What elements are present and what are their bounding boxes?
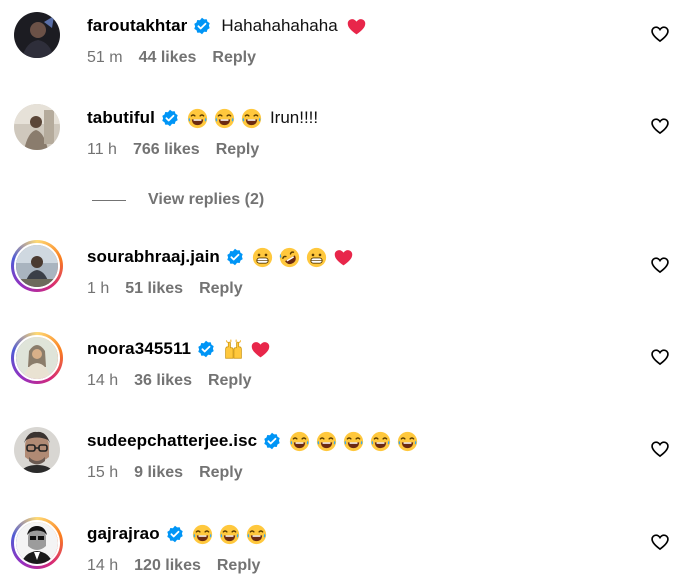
grin-emoji <box>306 247 327 268</box>
comment-header: sourabhraaj.jain <box>87 244 360 270</box>
comment-meta: 14 h 36 likes Reply <box>87 372 252 390</box>
comment-meta: 11 h 766 likes Reply <box>87 141 259 159</box>
verified-badge-icon <box>161 109 179 127</box>
like-count[interactable]: 766 likes <box>133 141 200 159</box>
like-count[interactable]: 120 likes <box>134 557 201 575</box>
like-count[interactable]: 36 likes <box>134 372 192 390</box>
username[interactable]: sudeepchatterjee.isc <box>87 431 257 451</box>
laughing-emoji <box>192 524 213 545</box>
comments-list: faroutakhtar Hahahahahaha 51 m 44 likes … <box>0 0 679 578</box>
comment-item: noora345511 14 h 36 likes Reply <box>0 323 679 393</box>
comment-meta: 15 h 9 likes Reply <box>87 464 243 482</box>
laughing-emoji <box>246 524 267 545</box>
comment-body: Irun!!!! <box>269 108 319 127</box>
avatar[interactable] <box>14 427 60 473</box>
heart-emoji <box>346 16 367 37</box>
like-heart-icon[interactable] <box>650 347 670 367</box>
avatar[interactable] <box>11 332 63 384</box>
laughing-emoji <box>397 431 418 452</box>
like-heart-icon[interactable] <box>650 24 670 44</box>
like-heart-icon[interactable] <box>650 116 670 136</box>
comment-item: tabutiful Irun!!!! 11 h 766 likes Reply <box>0 92 679 162</box>
comment-body: Hahahahahaha <box>221 16 338 35</box>
laughing-emoji <box>219 524 240 545</box>
comment-header: noora345511 <box>87 336 277 362</box>
comment-text <box>289 431 424 452</box>
verified-badge-icon <box>193 17 211 35</box>
avatar[interactable] <box>14 104 60 150</box>
comment-meta: 51 m 44 likes Reply <box>87 49 256 67</box>
avatar-image <box>14 335 60 381</box>
reply-button[interactable]: Reply <box>212 49 256 67</box>
comment-meta: 14 h 120 likes Reply <box>87 557 260 575</box>
comment-time[interactable]: 14 h <box>87 557 118 575</box>
comment-meta: 1 h 51 likes Reply <box>87 280 243 298</box>
comment-item: sourabhraaj.jain 1 h 51 likes Reply <box>0 231 679 301</box>
like-count[interactable]: 44 likes <box>139 49 197 67</box>
reply-button[interactable]: Reply <box>217 557 261 575</box>
comment-text: Hahahahahaha <box>219 16 372 37</box>
username[interactable]: tabutiful <box>87 108 155 128</box>
laughing-emoji <box>241 108 262 129</box>
laughing-emoji <box>289 431 310 452</box>
comment-header: gajrajrao <box>87 521 273 547</box>
verified-badge-icon <box>263 432 281 450</box>
username[interactable]: noora345511 <box>87 339 191 359</box>
rofl-emoji <box>279 247 300 268</box>
comment-header: sudeepchatterjee.isc <box>87 428 424 454</box>
comment-item: gajrajrao 14 h 120 likes Reply <box>0 508 679 578</box>
reply-button[interactable]: Reply <box>216 141 260 159</box>
reply-button[interactable]: Reply <box>199 464 243 482</box>
username[interactable]: gajrajrao <box>87 524 160 544</box>
laughing-emoji <box>214 108 235 129</box>
comment-text: Irun!!!! <box>187 108 318 129</box>
comment-text <box>223 338 277 360</box>
laughing-emoji <box>343 431 364 452</box>
comment-item: faroutakhtar Hahahahahaha 51 m 44 likes … <box>0 0 679 70</box>
raised-hands-emoji <box>223 338 244 360</box>
comment-time[interactable]: 51 m <box>87 49 123 67</box>
comment-header: faroutakhtar Hahahahahaha <box>87 13 373 39</box>
view-replies-label[interactable]: View replies (2) <box>148 191 264 209</box>
laughing-emoji <box>316 431 337 452</box>
avatar-image <box>14 520 60 566</box>
avatar-image <box>14 243 60 289</box>
heart-emoji <box>250 339 271 360</box>
view-replies-button[interactable]: View replies (2) <box>92 188 264 212</box>
comment-time[interactable]: 14 h <box>87 372 118 390</box>
grin-emoji <box>252 247 273 268</box>
comment-text <box>192 524 273 545</box>
comment-text <box>252 247 360 268</box>
comment-header: tabutiful Irun!!!! <box>87 105 318 131</box>
comment-time[interactable]: 1 h <box>87 280 109 298</box>
divider-line <box>92 199 126 201</box>
comment-time[interactable]: 15 h <box>87 464 118 482</box>
verified-badge-icon <box>197 340 215 358</box>
reply-button[interactable]: Reply <box>208 372 252 390</box>
avatar[interactable] <box>11 240 63 292</box>
like-heart-icon[interactable] <box>650 255 670 275</box>
like-count[interactable]: 9 likes <box>134 464 183 482</box>
username[interactable]: faroutakhtar <box>87 16 187 36</box>
like-heart-icon[interactable] <box>650 532 670 552</box>
verified-badge-icon <box>166 525 184 543</box>
laughing-emoji <box>370 431 391 452</box>
like-heart-icon[interactable] <box>650 439 670 459</box>
verified-badge-icon <box>226 248 244 266</box>
avatar[interactable] <box>14 12 60 58</box>
reply-button[interactable]: Reply <box>199 280 243 298</box>
like-count[interactable]: 51 likes <box>125 280 183 298</box>
comment-item: sudeepchatterjee.isc 15 h 9 likes Reply <box>0 415 679 485</box>
username[interactable]: sourabhraaj.jain <box>87 247 220 267</box>
comment-time[interactable]: 11 h <box>87 141 117 159</box>
laughing-emoji <box>187 108 208 129</box>
avatar[interactable] <box>11 517 63 569</box>
heart-emoji <box>333 247 354 268</box>
